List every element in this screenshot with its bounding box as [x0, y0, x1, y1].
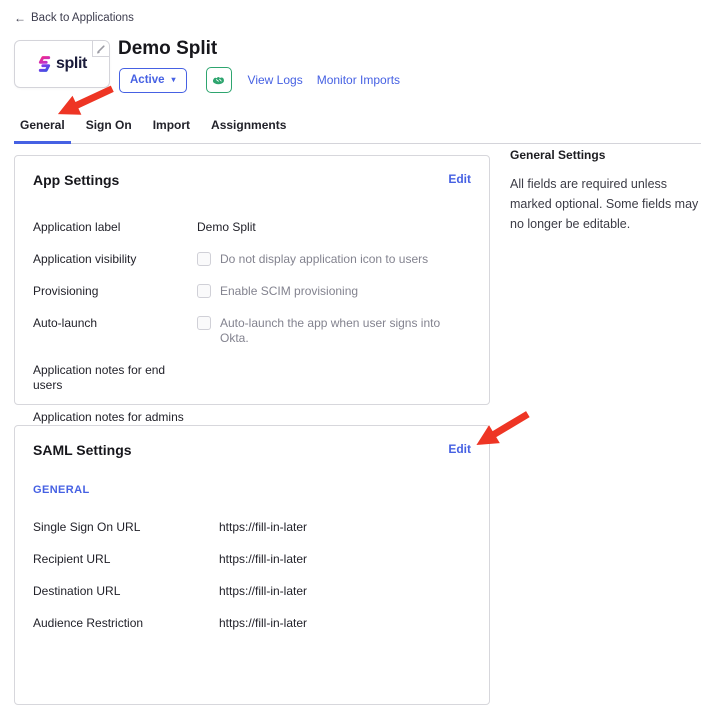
field-label: Destination URL: [33, 584, 219, 599]
field-label: Provisioning: [33, 284, 197, 299]
row-notes-end-users: Application notes for end users: [33, 363, 471, 393]
split-logo-icon: [37, 55, 52, 73]
tab-bar: General Sign On Import Assignments: [14, 112, 701, 144]
view-logs-link[interactable]: View Logs: [248, 73, 303, 87]
tab-sign-on[interactable]: Sign On: [80, 112, 138, 144]
field-label: Audience Restriction: [33, 616, 219, 631]
logo-edit-button[interactable]: [92, 41, 109, 57]
split-logo: split: [37, 55, 87, 73]
row-audience-restriction: Audience Restriction https://fill-in-lat…: [33, 616, 471, 631]
monitor-imports-link[interactable]: Monitor Imports: [317, 73, 400, 87]
auto-launch-checkbox[interactable]: [197, 316, 211, 330]
chevron-down-icon: ▾: [172, 76, 176, 84]
app-settings-card: App Settings Edit Application label Demo…: [14, 155, 490, 405]
app-logo-card: split: [14, 40, 110, 88]
left-arrow-icon: ←: [14, 11, 26, 25]
help-panel-body: All fields are required unless marked op…: [510, 174, 700, 234]
row-application-label: Application label Demo Split: [33, 220, 471, 235]
status-label: Active: [130, 74, 165, 86]
help-panel-title: General Settings: [510, 148, 700, 162]
checkbox-label: Enable SCIM provisioning: [220, 284, 358, 299]
connection-status-button[interactable]: [206, 67, 232, 93]
tab-assignments[interactable]: Assignments: [205, 112, 292, 144]
saml-settings-title: SAML Settings: [33, 442, 132, 458]
row-auto-launch: Auto-launch Auto-launch the app when use…: [33, 316, 471, 346]
row-application-visibility: Application visibility Do not display ap…: [33, 252, 471, 267]
page-title: Demo Split: [118, 38, 217, 60]
tab-general[interactable]: General: [14, 112, 71, 144]
row-single-sign-on-url: Single Sign On URL https://fill-in-later: [33, 520, 471, 535]
field-value: https://fill-in-later: [219, 584, 307, 599]
field-value: https://fill-in-later: [219, 520, 307, 535]
field-label: Application notes for end users: [33, 363, 197, 393]
help-panel: General Settings All fields are required…: [510, 148, 700, 234]
provisioning-checkbox[interactable]: [197, 284, 211, 298]
field-label: Single Sign On URL: [33, 520, 219, 535]
split-logo-word: split: [56, 55, 87, 73]
tab-import[interactable]: Import: [147, 112, 196, 144]
app-settings-edit-link[interactable]: Edit: [448, 172, 471, 186]
row-provisioning: Provisioning Enable SCIM provisioning: [33, 284, 471, 299]
handshake-icon: [212, 75, 225, 85]
field-label: Auto-launch: [33, 316, 197, 331]
field-label: Application notes for admins: [33, 410, 197, 425]
field-value: https://fill-in-later: [219, 552, 307, 567]
row-notes-admins: Application notes for admins: [33, 410, 471, 425]
status-dropdown-button[interactable]: Active ▾: [119, 68, 187, 93]
back-to-applications-link[interactable]: ← Back to Applications: [14, 11, 134, 25]
checkbox-label: Auto-launch the app when user signs into…: [220, 316, 471, 346]
saml-settings-card: SAML Settings Edit GENERAL Single Sign O…: [14, 425, 490, 705]
field-value: https://fill-in-later: [219, 616, 307, 631]
back-link-label: Back to Applications: [31, 12, 134, 24]
pencil-icon: [96, 44, 106, 54]
app-settings-title: App Settings: [33, 172, 119, 188]
saml-settings-edit-link[interactable]: Edit: [448, 442, 471, 456]
field-label: Recipient URL: [33, 552, 219, 567]
visibility-checkbox[interactable]: [197, 252, 211, 266]
field-label: Application label: [33, 220, 197, 235]
checkbox-label: Do not display application icon to users: [220, 252, 428, 267]
row-destination-url: Destination URL https://fill-in-later: [33, 584, 471, 599]
field-value: Demo Split: [197, 220, 256, 235]
header-actions: Active ▾ View Logs Monitor Imports: [119, 67, 400, 93]
row-recipient-url: Recipient URL https://fill-in-later: [33, 552, 471, 567]
field-label: Application visibility: [33, 252, 197, 267]
saml-general-section-label: GENERAL: [33, 484, 471, 496]
